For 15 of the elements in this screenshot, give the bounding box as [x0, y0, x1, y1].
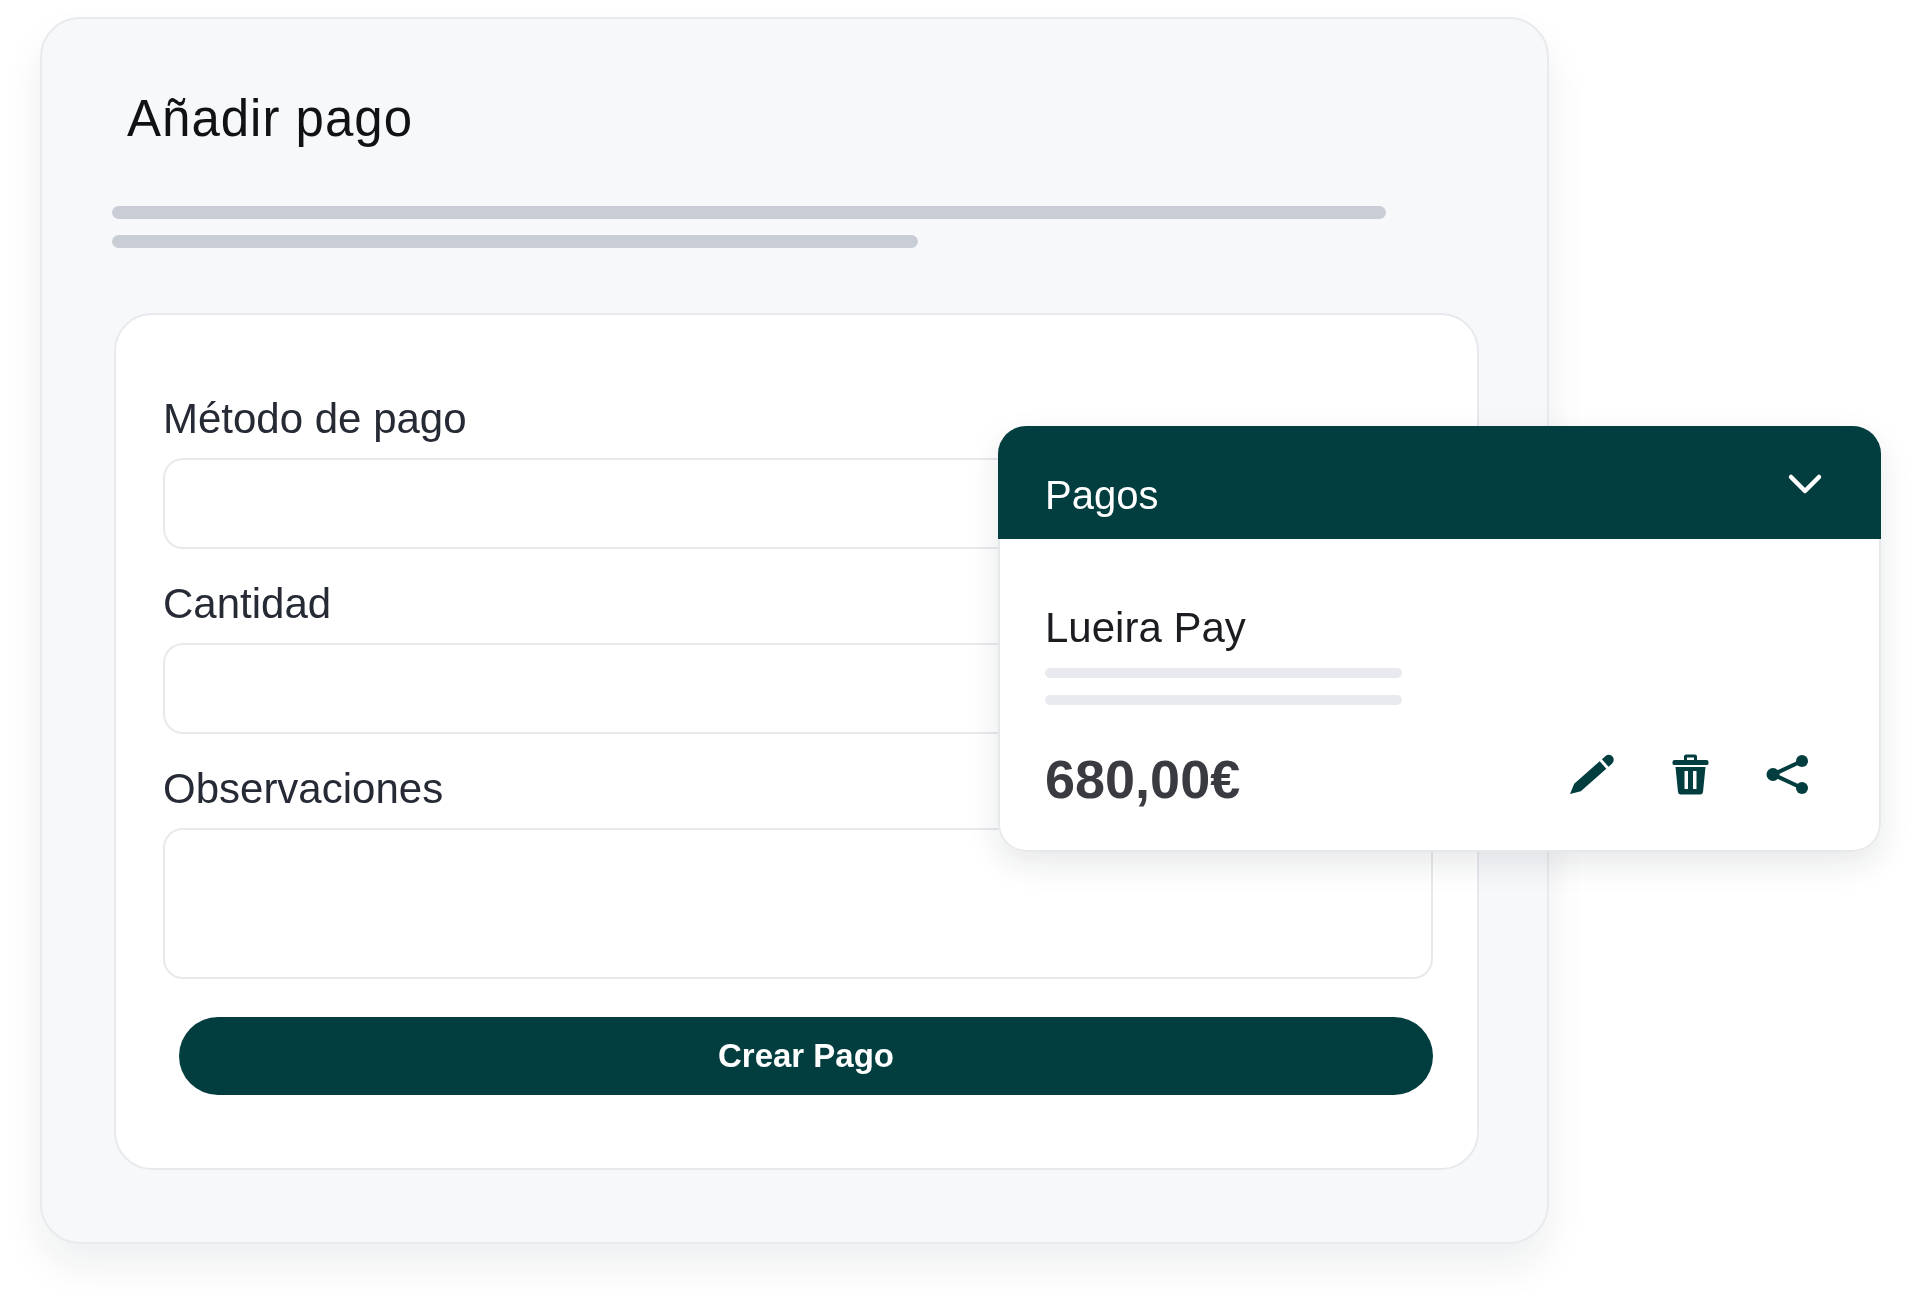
- input-field[interactable]: [163, 643, 998, 734]
- payment-amount: 680,00€: [1045, 748, 1241, 810]
- pencil-icon[interactable]: [1569, 753, 1615, 795]
- trash-icon[interactable]: [1671, 753, 1710, 795]
- payment-name: Lueira Pay: [1045, 603, 1246, 653]
- field-label: Cantidad: [163, 579, 332, 629]
- card-title: Pagos: [1045, 472, 1159, 519]
- field-label: Método de pago: [163, 394, 467, 444]
- create-button[interactable]: Crear Pago: [179, 1017, 1433, 1095]
- field-label: Observaciones: [163, 764, 444, 814]
- panel-title: Añadir pago: [127, 89, 414, 149]
- input-field[interactable]: [163, 458, 998, 549]
- textarea-field[interactable]: [163, 828, 1433, 979]
- share-icon[interactable]: [1766, 753, 1809, 795]
- chevron-down-icon[interactable]: [1787, 473, 1823, 495]
